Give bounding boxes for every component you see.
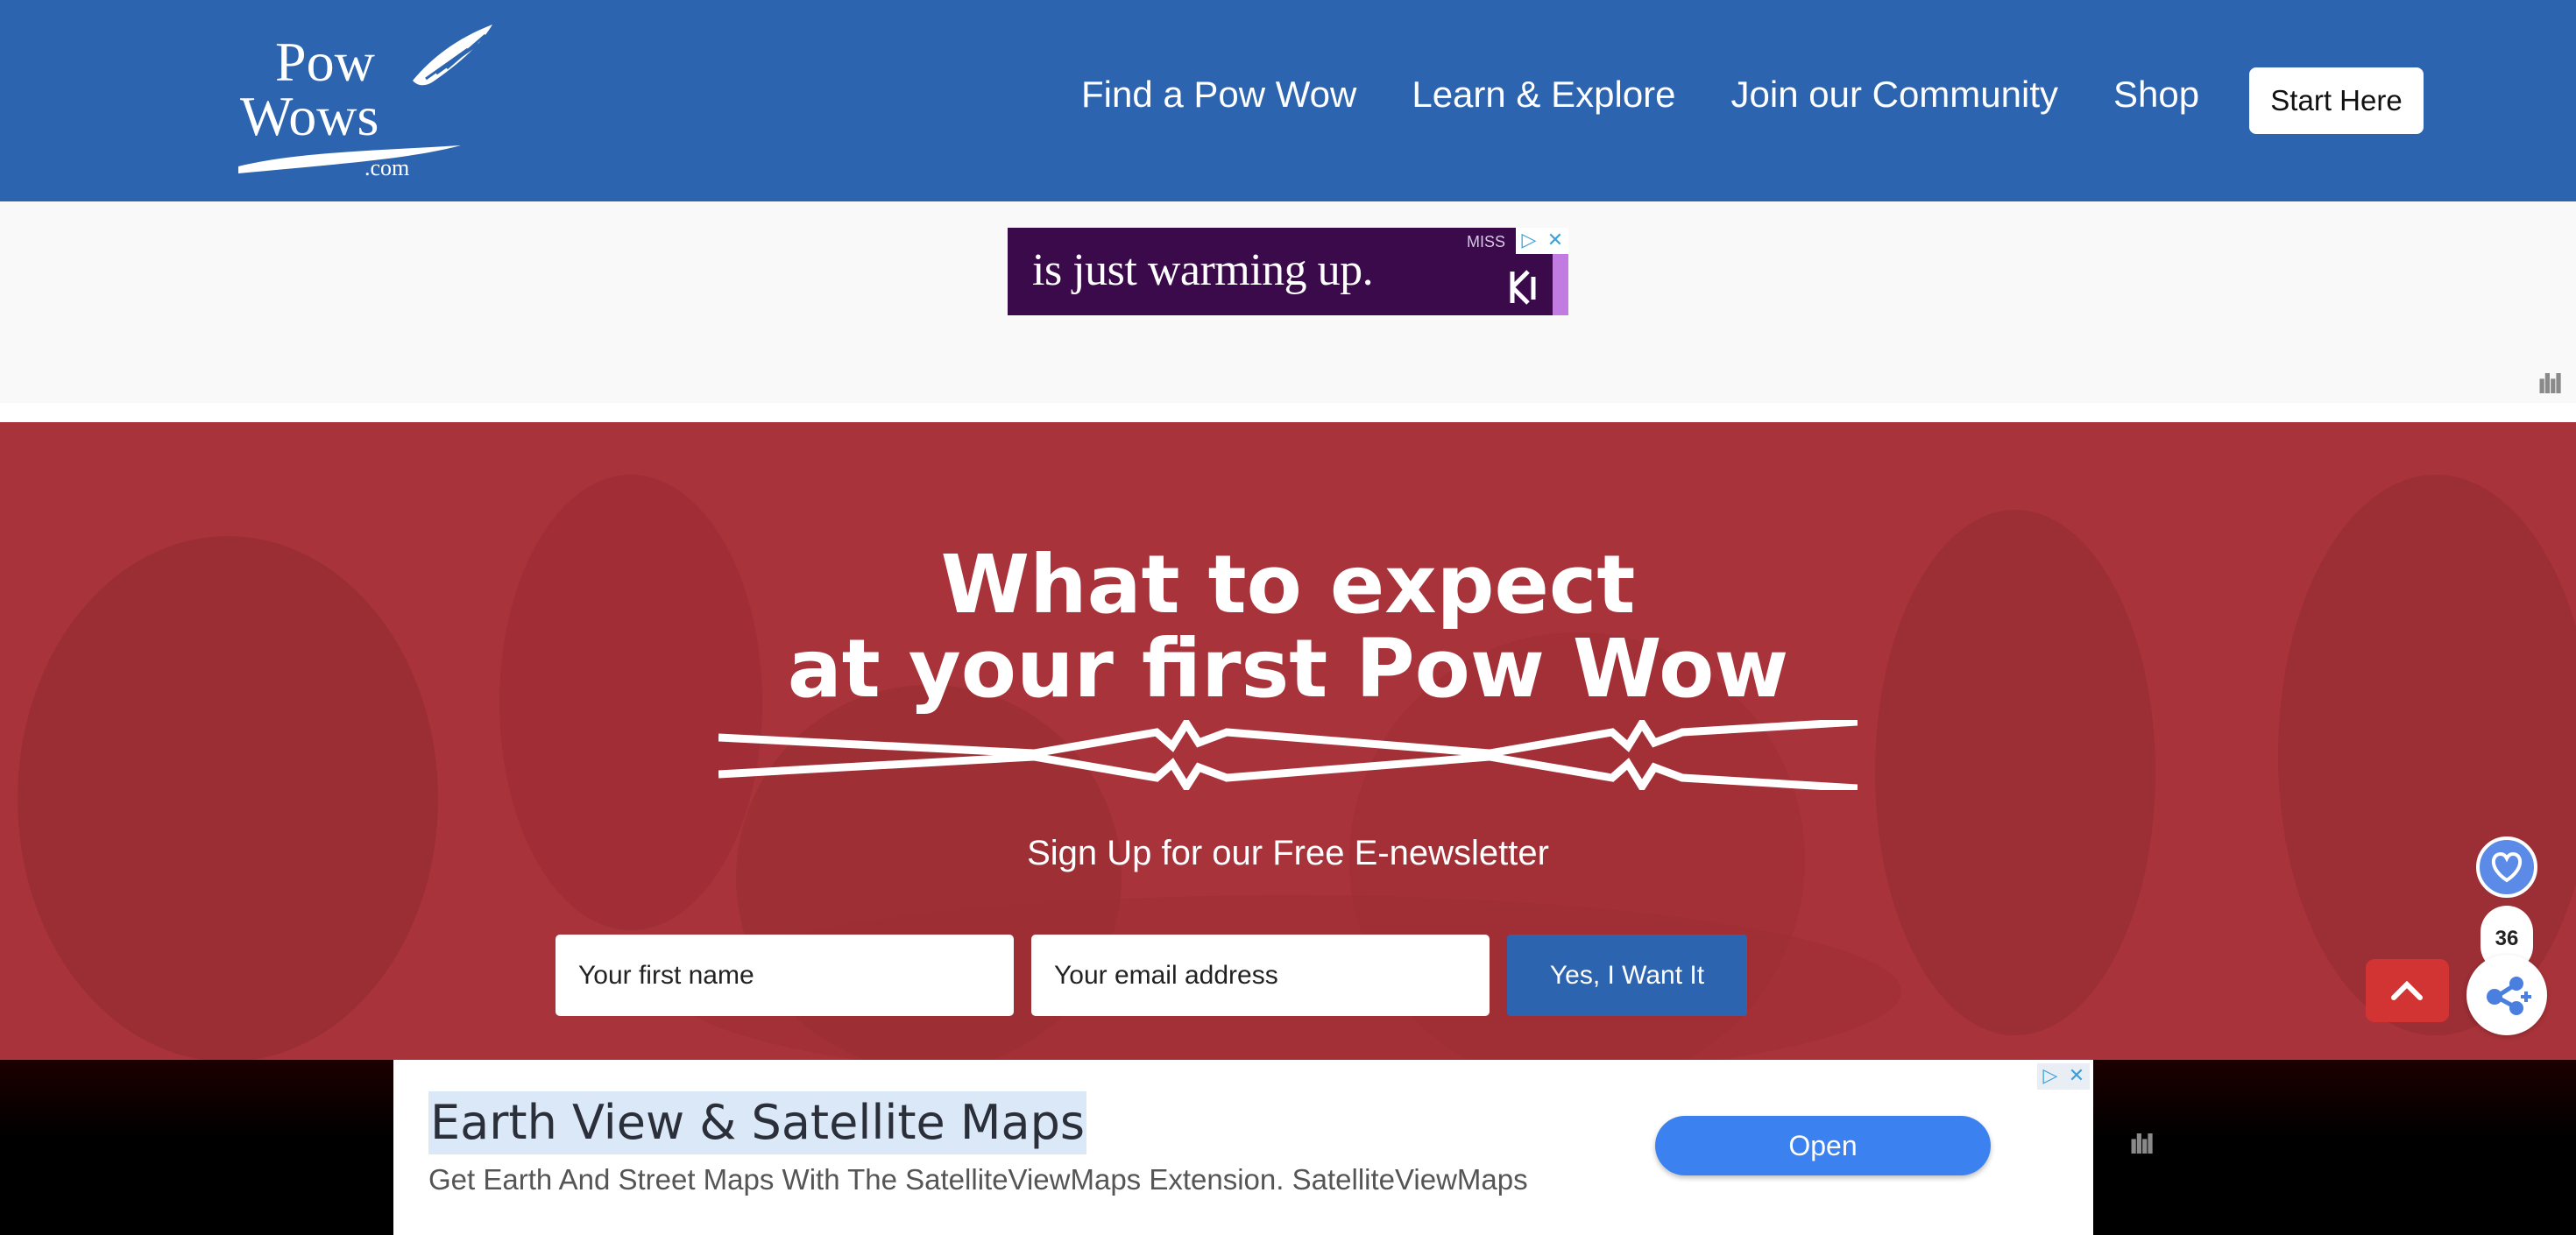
ad-network-mark-icon: ılıl xyxy=(2537,370,2563,400)
top-banner-ad[interactable]: is just warming up. MISS xyxy=(1008,228,1568,315)
svg-text:Pow: Pow xyxy=(275,31,375,93)
nav-learn-explore[interactable]: Learn & Explore xyxy=(1412,61,1675,128)
top-ad-text: is just warming up. xyxy=(1032,245,1374,295)
svg-text:.com: .com xyxy=(364,155,409,180)
chevron-up-icon xyxy=(2391,980,2423,1000)
zigzag-divider xyxy=(718,720,1858,790)
ad-network-mark-icon: ılıl xyxy=(2129,1130,2155,1161)
hero-section: What to expect at your first Pow Wow Sig… xyxy=(0,422,2576,1060)
feather-shape xyxy=(413,25,492,86)
top-ad-brand: MISS xyxy=(1467,233,1506,251)
email-input[interactable] xyxy=(1031,935,1490,1016)
nav-join-community[interactable]: Join our Community xyxy=(1731,61,2058,128)
ad-close-icon[interactable]: ✕ xyxy=(2063,1063,2090,1090)
share-icon xyxy=(2487,977,2531,1015)
newsletter-label: Sign Up for our Free E-newsletter xyxy=(1027,834,1549,872)
first-name-input[interactable] xyxy=(556,935,1014,1016)
hero-title-line-2: at your first Pow Wow xyxy=(787,622,1789,716)
site-header: Pow Wows .com Find a Pow Wow Learn & Exp… xyxy=(0,0,2576,201)
ad-description: Get Earth And Street Maps With The Satel… xyxy=(428,1163,1528,1196)
ad-headline[interactable]: Earth View & Satellite Maps xyxy=(428,1091,1086,1154)
feather-lines xyxy=(425,33,486,81)
hero-title: What to expect at your first Pow Wow xyxy=(0,543,2576,711)
heart-icon xyxy=(2491,851,2523,883)
favorite-button[interactable] xyxy=(2476,836,2537,898)
adchoices-icon[interactable]: ▷ xyxy=(1516,228,1542,254)
share-button[interactable] xyxy=(2466,955,2547,1035)
site-logo[interactable]: Pow Wows .com xyxy=(233,19,496,180)
main-nav: Find a Pow Wow Learn & Explore Join our … xyxy=(1081,61,2254,128)
bottom-banner-ad[interactable]: Earth View & Satellite Maps Get Earth An… xyxy=(393,1060,2093,1235)
ad-close-icon[interactable]: ✕ xyxy=(1542,228,1568,254)
ad-brand-mark-icon xyxy=(1510,270,1536,305)
start-here-button[interactable]: Start Here xyxy=(2249,67,2424,134)
nav-find-a-pow-wow[interactable]: Find a Pow Wow xyxy=(1081,61,1356,128)
ad-open-button[interactable]: Open xyxy=(1655,1116,1991,1175)
hero-title-line-1: What to expect xyxy=(940,538,1636,632)
logo-swoosh xyxy=(238,145,461,173)
nav-shop[interactable]: Shop xyxy=(2113,61,2199,128)
adchoices-icon[interactable]: ▷ xyxy=(2037,1063,2063,1090)
svg-text:Wows: Wows xyxy=(240,85,379,147)
subscribe-button[interactable]: Yes, I Want It xyxy=(1507,935,1747,1016)
back-to-top-button[interactable] xyxy=(2366,959,2449,1022)
top-ad-band: is just warming up. MISS ▷ ✕ ılıl xyxy=(0,201,2576,403)
